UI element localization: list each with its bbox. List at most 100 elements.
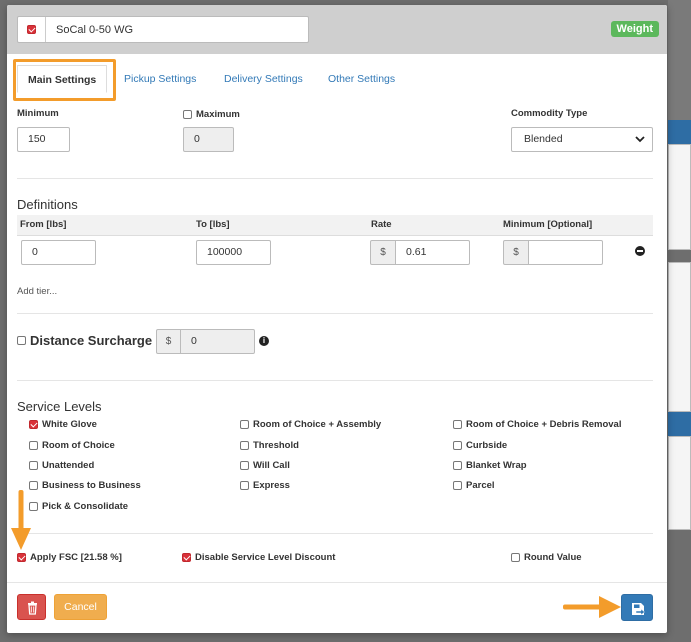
maximum-checkbox[interactable]: [183, 110, 192, 119]
service-level-checkbox[interactable]: [240, 441, 249, 450]
service-level-checkbox[interactable]: [29, 441, 38, 450]
maximum-label: Maximum: [196, 109, 240, 120]
service-level-label: Curbside: [466, 440, 508, 451]
service-level-room-of-choice-debris-removal[interactable]: Room of Choice + Debris Removal: [453, 419, 621, 430]
disable-discount-checkbox[interactable]: [182, 553, 191, 562]
save-button[interactable]: [621, 594, 653, 621]
service-level-checkbox[interactable]: [29, 461, 38, 470]
annotation-arrow-down: [11, 490, 31, 550]
cancel-button[interactable]: Cancel: [54, 594, 107, 620]
service-level-room-of-choice[interactable]: Room of Choice: [29, 440, 115, 451]
service-level-label: Blanket Wrap: [466, 460, 527, 471]
trash-icon: [28, 601, 37, 615]
distance-surcharge-input[interactable]: 0: [180, 329, 255, 354]
divider: [17, 533, 653, 534]
divider: [17, 178, 653, 179]
service-level-parcel[interactable]: Parcel: [453, 480, 495, 491]
tier-to-input[interactable]: 100000: [196, 240, 271, 265]
distance-surcharge-toggle[interactable]: Distance Surcharge: [17, 333, 152, 348]
delete-button[interactable]: [17, 594, 46, 620]
minimum-input[interactable]: 150: [17, 127, 70, 152]
minimum-label: Minimum: [17, 108, 59, 119]
service-level-label: Room of Choice + Assembly: [253, 419, 382, 430]
round-value-toggle[interactable]: Round Value: [511, 552, 582, 563]
service-level-label: Room of Choice: [42, 440, 115, 451]
column-header-rate: Rate: [371, 219, 392, 230]
service-level-checkbox[interactable]: [240, 420, 249, 429]
service-level-threshold[interactable]: Threshold: [240, 440, 299, 451]
service-level-pick-consolidate[interactable]: Pick & Consolidate: [29, 501, 128, 512]
background-panel-header: [668, 120, 691, 144]
rate-enabled-checkbox-cell[interactable]: [18, 17, 46, 42]
disable-service-level-discount-toggle[interactable]: Disable Service Level Discount: [182, 552, 335, 563]
service-level-checkbox[interactable]: [240, 461, 249, 470]
service-levels-title: Service Levels: [17, 399, 102, 414]
background-panel: [668, 0, 691, 120]
service-level-label: Pick & Consolidate: [42, 501, 129, 512]
annotation-arrow-right: [563, 596, 621, 618]
service-level-checkbox[interactable]: [29, 481, 38, 490]
tier-minimum-input[interactable]: [528, 240, 603, 265]
disable-discount-label: Disable Service Level Discount: [195, 552, 336, 563]
service-level-express[interactable]: Express: [240, 480, 290, 491]
service-level-blanket-wrap[interactable]: Blanket Wrap: [453, 460, 527, 471]
round-value-checkbox[interactable]: [511, 553, 520, 562]
modal-header: SoCal 0-50 WG Weight: [7, 5, 667, 54]
chevron-down-icon: [635, 136, 645, 143]
commodity-type-select[interactable]: Blended: [511, 127, 653, 152]
divider: [17, 313, 653, 314]
service-level-label: Business to Business: [42, 480, 141, 491]
commodity-type-value: Blended: [524, 133, 563, 145]
tier-rate-input[interactable]: 0.61: [395, 240, 470, 265]
weight-badge: Weight: [610, 21, 659, 37]
tab-pickup-settings[interactable]: Pickup Settings: [124, 65, 196, 93]
background-panel: [668, 436, 691, 530]
service-level-checkbox[interactable]: [453, 420, 462, 429]
service-level-unattended[interactable]: Unattended: [29, 460, 94, 471]
background-panel-header: [668, 412, 691, 436]
service-level-checkbox[interactable]: [29, 420, 38, 429]
service-level-will-call[interactable]: Will Call: [240, 460, 290, 471]
add-tier-link[interactable]: Add tier...: [17, 286, 57, 297]
minimum-currency-addon: $: [503, 240, 529, 265]
maximum-input[interactable]: 0: [183, 127, 234, 152]
service-level-label: Room of Choice + Debris Removal: [466, 419, 622, 430]
apply-fsc-toggle[interactable]: Apply FSC [21.58 %]: [17, 552, 122, 563]
column-header-from: From [lbs]: [20, 219, 67, 230]
service-level-label: Unattended: [42, 460, 95, 471]
commodity-type-label: Commodity Type: [511, 108, 588, 119]
save-icon: [632, 603, 645, 616]
maximum-toggle[interactable]: Maximum: [183, 109, 240, 120]
service-level-checkbox[interactable]: [240, 481, 249, 490]
tab-highlight-box: [13, 59, 116, 101]
apply-fsc-checkbox[interactable]: [17, 553, 26, 562]
service-level-label: White Glove: [42, 419, 97, 430]
service-level-checkbox[interactable]: [453, 461, 462, 470]
service-level-checkbox[interactable]: [453, 441, 462, 450]
service-level-checkbox[interactable]: [453, 481, 462, 490]
definitions-title: Definitions: [17, 197, 78, 212]
background-panel: [668, 144, 691, 250]
distance-currency-addon: $: [156, 329, 181, 354]
service-level-white-glove[interactable]: White Glove: [29, 419, 97, 430]
distance-surcharge-label: Distance Surcharge: [30, 333, 153, 348]
service-level-business-to-business[interactable]: Business to Business: [29, 480, 141, 491]
rate-modal: SoCal 0-50 WG Weight Main Settings Picku…: [7, 5, 667, 633]
tier-from-input[interactable]: 0: [21, 240, 96, 265]
info-icon[interactable]: i: [259, 336, 269, 346]
tab-delivery-settings[interactable]: Delivery Settings: [224, 65, 303, 93]
column-header-minimum: Minimum [Optional]: [503, 219, 593, 230]
service-level-label: Will Call: [253, 460, 290, 471]
service-level-curbside[interactable]: Curbside: [453, 440, 507, 451]
remove-tier-icon[interactable]: [635, 246, 645, 256]
tab-other-settings[interactable]: Other Settings: [328, 65, 395, 93]
column-header-to: To [lbs]: [196, 219, 230, 230]
divider: [17, 380, 653, 381]
rate-enabled-checkbox[interactable]: [27, 25, 36, 34]
apply-fsc-label: Apply FSC [21.58 %]: [30, 552, 122, 563]
service-level-label: Parcel: [466, 480, 495, 491]
service-level-room-of-choice-assembly[interactable]: Room of Choice + Assembly: [240, 419, 381, 430]
rate-name-field[interactable]: SoCal 0-50 WG: [17, 16, 309, 43]
background-panel: [668, 262, 691, 412]
distance-surcharge-checkbox[interactable]: [17, 336, 26, 345]
